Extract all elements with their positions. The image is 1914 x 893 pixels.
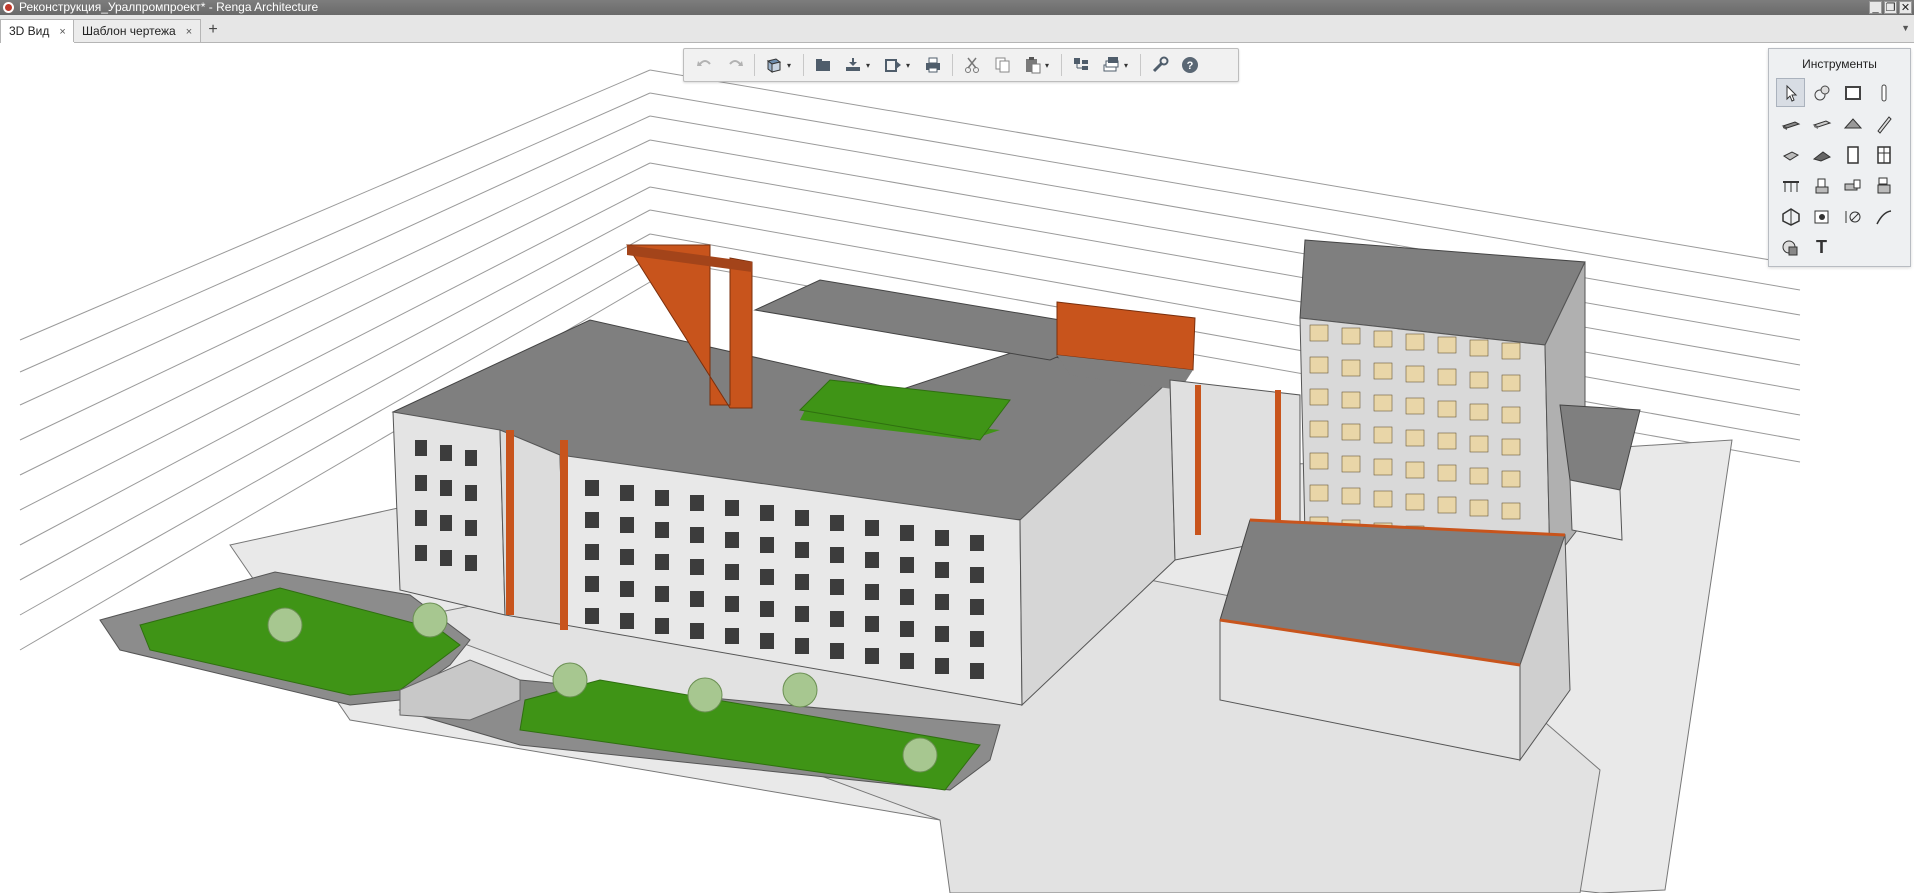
object-structure-icon[interactable]: [1068, 52, 1094, 78]
tab-list-dropdown-icon[interactable]: ▼: [1901, 23, 1910, 33]
window-title: Реконструкция_Уралпромпроект* - Renga Ar…: [19, 0, 319, 14]
help-icon[interactable]: ?: [1177, 52, 1203, 78]
renga-app-icon: [3, 2, 14, 13]
main-toolbar: ▾ ▾ ▾ ▾ ▾ ?: [683, 48, 1239, 82]
text-tool-label: T: [1816, 237, 1827, 257]
window-tool-icon[interactable]: [1869, 140, 1898, 169]
export-dropdown-icon[interactable]: ▾: [906, 61, 914, 70]
tab-3d-view[interactable]: 3D Вид ×: [0, 19, 75, 43]
building-3d-model[interactable]: [0, 43, 1914, 893]
element-tool-icon[interactable]: [1776, 202, 1805, 231]
text-tool-icon[interactable]: T: [1807, 233, 1836, 262]
equipment-tool-icon[interactable]: [1807, 171, 1836, 200]
3d-viewport[interactable]: ▾ ▾ ▾ ▾ ▾ ? Инструменты T: [0, 43, 1914, 893]
restore-icon[interactable]: ❐: [1884, 1, 1897, 14]
pipe-tool-icon[interactable]: [1838, 171, 1867, 200]
floor-tool-icon[interactable]: [1807, 109, 1836, 138]
toolbar-separator: [1140, 54, 1141, 76]
redo-icon[interactable]: [722, 52, 748, 78]
add-tab-button[interactable]: +: [203, 20, 223, 40]
export-icon[interactable]: [880, 52, 906, 78]
view-dropdown-icon[interactable]: ▾: [787, 61, 795, 70]
line-tool-icon[interactable]: [1869, 202, 1898, 231]
settings-wrench-icon[interactable]: [1147, 52, 1173, 78]
copy-icon[interactable]: [989, 52, 1015, 78]
hatch-tool-icon[interactable]: [1776, 233, 1805, 262]
tab-label: 3D Вид: [9, 24, 50, 38]
toolbar-separator: [754, 54, 755, 76]
import-icon[interactable]: [840, 52, 866, 78]
dimension-tool-icon[interactable]: [1838, 202, 1867, 231]
minimize-icon[interactable]: _: [1869, 1, 1882, 14]
tools-grid: T: [1776, 78, 1900, 264]
tab-close-icon[interactable]: ×: [186, 26, 192, 38]
paste-dropdown-icon[interactable]: ▾: [1045, 61, 1053, 70]
tab-close-icon[interactable]: ×: [59, 26, 65, 38]
levels-icon[interactable]: [1098, 52, 1124, 78]
door-tool-icon[interactable]: [1838, 140, 1867, 169]
wall-tool-icon[interactable]: [1776, 109, 1805, 138]
open-folder-icon[interactable]: [810, 52, 836, 78]
assembly-tool-icon[interactable]: [1807, 78, 1836, 107]
toolbar-separator: [1061, 54, 1062, 76]
close-icon[interactable]: ✕: [1899, 1, 1912, 14]
import-dropdown-icon[interactable]: ▾: [866, 61, 874, 70]
window-controls: _ ❐ ✕: [1869, 1, 1912, 14]
svg-text:?: ?: [1187, 60, 1194, 72]
tools-panel: Инструменты T: [1768, 48, 1911, 267]
roof-tool-icon[interactable]: [1838, 109, 1867, 138]
beam-tool-icon[interactable]: [1869, 109, 1898, 138]
levels-dropdown-icon[interactable]: ▾: [1124, 61, 1132, 70]
window-title-bar: Реконструкция_Уралпромпроект* - Renga Ar…: [0, 0, 1914, 15]
toolbar-separator: [952, 54, 953, 76]
stair-tool-icon[interactable]: [1776, 140, 1805, 169]
document-tab-bar: 3D Вид × Шаблон чертежа × + ▼: [0, 15, 1914, 43]
tab-label: Шаблон чертежа: [82, 24, 176, 38]
print-icon[interactable]: [920, 52, 946, 78]
cut-icon[interactable]: [959, 52, 985, 78]
toolbar-separator: [803, 54, 804, 76]
column-tool-icon[interactable]: [1869, 78, 1898, 107]
view-cube-icon[interactable]: [761, 52, 787, 78]
room-tool-icon[interactable]: [1838, 78, 1867, 107]
opening-tool-icon[interactable]: [1807, 202, 1836, 231]
select-tool-icon[interactable]: [1776, 78, 1805, 107]
tab-drawing-template[interactable]: Шаблон чертежа ×: [73, 19, 202, 42]
paste-icon[interactable]: [1019, 52, 1045, 78]
railing-tool-icon[interactable]: [1776, 171, 1805, 200]
plumbing-fixture-tool-icon[interactable]: [1869, 171, 1898, 200]
undo-icon[interactable]: [692, 52, 718, 78]
tools-panel-title: Инструменты: [1802, 57, 1877, 71]
ramp-tool-icon[interactable]: [1807, 140, 1836, 169]
